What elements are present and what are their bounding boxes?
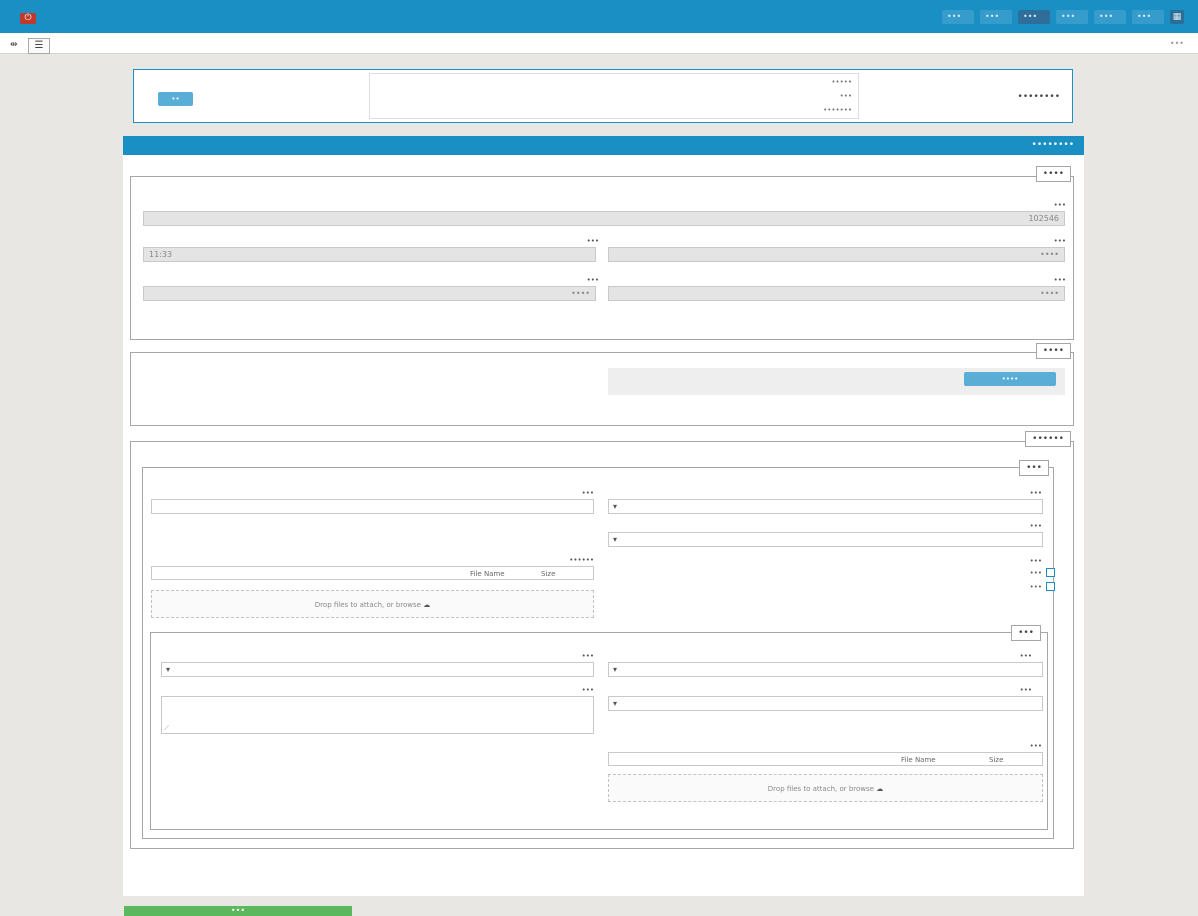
request-info-legend: ••••	[1035, 166, 1071, 182]
county-label: •••	[581, 652, 594, 660]
tracking-label: •••	[1053, 201, 1066, 209]
summary-line: •••••	[831, 78, 852, 86]
status-label: •••	[586, 276, 599, 284]
sidebar-toggle-button[interactable]: ☰	[28, 38, 50, 54]
nav-item[interactable]: •••	[1132, 10, 1164, 24]
applicant-field: ••••	[608, 286, 1065, 301]
request-summary-card: •••••••• ••••• ••• ••••••• ••	[133, 69, 1073, 123]
applicant-label: •••	[1053, 276, 1066, 284]
top-navbar: ⏻ ••• ••• ••• ••• ••• ••• ▦	[0, 0, 1198, 33]
file-size-header: Size	[989, 756, 1004, 764]
exact-address-label: •••	[581, 686, 594, 694]
file-name-header: File Name	[901, 756, 936, 764]
upload-icon: ☁	[423, 601, 431, 609]
province-select[interactable]	[608, 662, 1043, 677]
unit-type-select[interactable]	[608, 532, 1043, 547]
permit-request-legend: ••••••	[1025, 431, 1071, 447]
unit-name-input[interactable]	[151, 499, 594, 514]
photo-upload-label: •••	[1029, 742, 1042, 750]
resize-handle-icon[interactable]: ⟋	[164, 724, 169, 733]
area-select[interactable]	[608, 696, 1043, 711]
ownership-option[interactable]: •••	[1030, 568, 1055, 577]
docs-dropzone[interactable]: Drop files to attach, or browse ☁	[151, 590, 594, 618]
photo-drop-text: Drop files to attach, or browse	[767, 785, 874, 793]
request-date-field: ••••	[608, 247, 1065, 262]
nav-item[interactable]: •••	[1094, 10, 1126, 24]
province-label: •••	[1019, 652, 1032, 660]
ownership-option-label: •••	[1029, 582, 1042, 591]
unit-name-label: •••	[581, 489, 594, 497]
docs-upload-label: ••••••	[569, 556, 594, 564]
ownership-label: •••	[1029, 557, 1042, 565]
top-nav-menu: ••• ••• ••• ••• ••• ••• ▦	[942, 10, 1184, 24]
photo-file-header: File Name Size	[608, 752, 1043, 766]
summary-line: •••	[839, 92, 852, 100]
power-icon[interactable]: ⏻	[20, 13, 36, 24]
tracking-code-field: 102546	[143, 211, 1065, 226]
request-date-label: •••	[1053, 237, 1066, 245]
nav-item[interactable]: •••	[1056, 10, 1088, 24]
nav-item[interactable]: •••	[980, 10, 1012, 24]
request-time-field: 11:33	[143, 247, 596, 262]
summary-details: ••••• ••• •••••••	[369, 73, 859, 119]
breadcrumb[interactable]: •••	[1170, 39, 1184, 48]
docs-drop-text: Drop files to attach, or browse	[314, 601, 421, 609]
identity-info-legend: ••••	[1035, 343, 1071, 359]
main-header: ••••••••	[123, 136, 1084, 155]
unit-type-label: •••	[1029, 522, 1042, 530]
nav-item-active[interactable]: •••	[1018, 10, 1050, 24]
back-button[interactable]: ••	[158, 92, 193, 106]
nav-item[interactable]: •••	[942, 10, 974, 24]
main-header-title: ••••••••	[1031, 140, 1074, 150]
plan-address-legend: •••	[1011, 625, 1041, 641]
show-personal-info-button[interactable]: ••••	[964, 372, 1056, 386]
ownership-checkbox[interactable]	[1046, 582, 1055, 591]
expand-icon[interactable]: ⇹	[10, 40, 18, 50]
county-select[interactable]	[161, 662, 594, 677]
request-time-label: •••	[586, 237, 599, 245]
sub-bar	[0, 33, 1198, 54]
status-field: ••••	[143, 286, 596, 301]
ownership-option-label: •••	[1029, 568, 1042, 577]
file-name-header: File Name	[470, 570, 505, 578]
plan-info-legend: •••	[1019, 460, 1049, 476]
summary-title: ••••••••	[1017, 92, 1060, 102]
file-size-header: Size	[541, 570, 556, 578]
ownership-option[interactable]: •••	[1030, 582, 1055, 591]
photo-dropzone[interactable]: Drop files to attach, or browse ☁	[608, 774, 1043, 802]
area-label: •••	[1019, 686, 1032, 694]
request-type-select[interactable]	[608, 499, 1043, 514]
submit-button[interactable]: •••	[124, 906, 352, 916]
summary-line: •••••••	[823, 106, 852, 114]
docs-file-header: File Name Size	[151, 566, 594, 580]
grid-icon[interactable]: ▦	[1170, 10, 1184, 24]
ownership-checkbox[interactable]	[1046, 568, 1055, 577]
request-type-label: •••	[1029, 489, 1042, 497]
upload-icon: ☁	[876, 785, 884, 793]
exact-address-textarea[interactable]: ⟋	[161, 696, 594, 734]
